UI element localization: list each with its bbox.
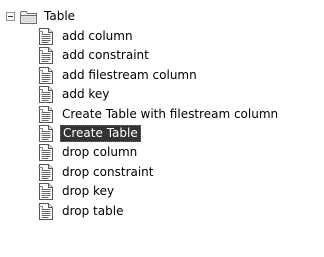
tree-node-snippet[interactable]: add filestream column bbox=[38, 66, 199, 85]
tree-node-label: add column bbox=[62, 29, 133, 43]
snippet-file-icon bbox=[38, 202, 53, 220]
snippet-file-icon bbox=[38, 105, 53, 123]
tree-node-label: add filestream column bbox=[62, 67, 197, 82]
tree-node-label: Create Table with filestream column bbox=[62, 106, 279, 121]
tree-node-snippet[interactable]: add constraint bbox=[38, 46, 151, 65]
folder-icon bbox=[20, 10, 37, 24]
snippet-file-icon bbox=[38, 28, 53, 45]
snippet-file-icon bbox=[38, 86, 53, 104]
tree-node-snippet[interactable]: Create Table bbox=[38, 124, 141, 143]
tree-node-snippet[interactable]: drop table bbox=[38, 202, 125, 221]
tree-node-label: drop column bbox=[62, 145, 138, 160]
snippet-file-icon bbox=[38, 163, 53, 181]
tree-node-snippet[interactable]: drop column bbox=[38, 143, 139, 162]
snippet-tree: Table add column add constraint add filest… bbox=[0, 0, 324, 257]
tree-node-snippet[interactable]: drop key bbox=[38, 182, 116, 201]
tree-node-label-selected: Create Table bbox=[60, 125, 141, 142]
tree-node-label: drop key bbox=[62, 184, 115, 199]
snippet-file-icon bbox=[38, 47, 53, 65]
tree-node-label: drop table bbox=[62, 203, 124, 218]
tree-node-label: Table bbox=[44, 9, 76, 23]
tree-node-label: add constraint bbox=[62, 48, 149, 63]
snippet-file-icon bbox=[38, 66, 53, 84]
tree-node-snippet[interactable]: add column bbox=[38, 27, 135, 46]
snippet-file-icon bbox=[38, 183, 53, 201]
collapse-icon[interactable] bbox=[6, 12, 15, 21]
tree-node-label: drop constraint bbox=[62, 164, 154, 179]
tree-node-table-folder[interactable]: Table bbox=[6, 7, 77, 26]
snippet-file-icon bbox=[38, 144, 53, 162]
tree-node-snippet[interactable]: drop constraint bbox=[38, 163, 156, 182]
snippet-file-icon bbox=[38, 125, 53, 142]
tree-node-snippet[interactable]: Create Table with filestream column bbox=[38, 105, 280, 124]
tree-node-label: add key bbox=[62, 87, 110, 102]
tree-node-snippet[interactable]: add key bbox=[38, 85, 111, 104]
